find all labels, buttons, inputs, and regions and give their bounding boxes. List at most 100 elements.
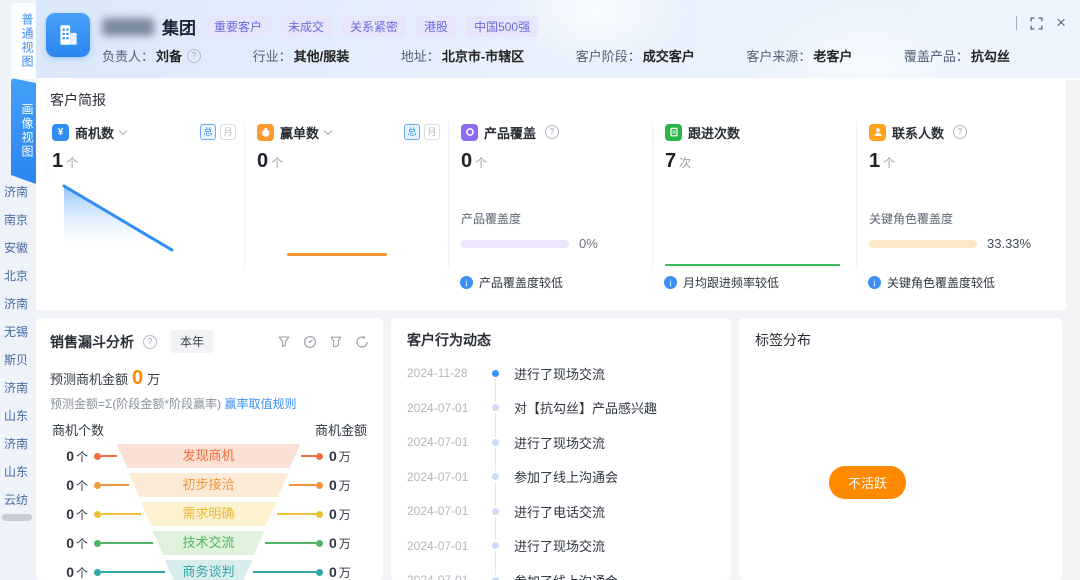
customer-header: 集团 重要客户 未成交 关系紧密 港股 中国500强 负责人：刘备? 行业：其他… [36,0,1080,78]
stage-count: 0个 [50,506,88,523]
opportunity-trend-chart [50,178,210,258]
customer-tag: 未成交 [280,16,332,37]
stage-name: 技术交流 [182,535,234,550]
card-product-coverage: 产品覆盖 ? 0个 产品覆盖度 0% [448,122,652,268]
list-item[interactable]: 山东 [0,458,36,486]
card-label: 赢单数 [280,123,319,142]
window-controls: × [1016,16,1066,30]
card-label: 产品覆盖 [484,123,536,142]
page-scrollbar[interactable] [1066,80,1080,580]
sales-funnel-panel: 销售漏斗分析 ? 本年 预测商机金额 0 万 预测金额=Σ(阶段金额*阶段赢率)… [36,318,383,580]
funnel-toolbar [277,335,369,349]
funnel-stage-row: 0个 需求明确 0万 [50,502,369,526]
forecast-value: 0 [132,367,143,390]
funnel-stage-bar[interactable]: 发现商机 [117,444,301,468]
company-title-row: 集团 重要客户 未成交 关系紧密 港股 中国500强 [102,14,538,39]
timeline-dot-icon [490,506,501,517]
expand-icon[interactable] [1030,17,1043,30]
list-item[interactable]: 济南 [0,374,36,402]
sidebar-scrollbar-thumb[interactable] [2,514,32,521]
stage-name: 初步接洽 [182,477,234,492]
dot-icon [94,482,101,489]
info-icon: i [868,276,881,289]
funnel-stage-bar[interactable]: 技术交流 [153,531,265,555]
timeline-event: 2024-11-28 进行了现场交流 [407,356,715,391]
dot-icon [316,482,323,489]
tags-title: 标签分布 [755,330,1046,350]
tab-portrait-view-label: 画像视图 [20,103,34,159]
list-item[interactable]: 山东 [0,402,36,430]
card-opportunity-count: ¥ 商机数 总 月 1个 [40,122,244,268]
list-item[interactable]: 济南 [0,178,36,206]
funnel-stage-row: 0个 初步接洽 0万 [50,473,369,497]
building-icon [55,22,81,48]
card-label: 商机数 [75,123,114,142]
dot-icon [316,540,323,547]
close-icon[interactable]: × [1056,16,1066,30]
chevron-down-icon[interactable] [119,126,127,134]
gauge-icon[interactable] [303,335,317,349]
stage-amount: 0万 [329,506,369,523]
coverage-icon [461,124,478,141]
win-rate-rule-link[interactable]: 赢率取值规则 [224,397,296,411]
list-item[interactable]: 济南 [0,290,36,318]
customer-brief-section: 客户简报 ¥ 商机数 总 月 1个 [36,78,1080,310]
list-item[interactable]: 无锡 [0,318,36,346]
tab-portrait-view[interactable]: 画像视图 [11,78,36,184]
customer-list: 济南 南京 安徽 北京 济南 无锡 斯贝 济南 山东 济南 山东 云纺 [0,178,36,514]
followup-trend-line [665,264,840,266]
metric-cards: ¥ 商机数 总 月 1个 [40,122,1060,268]
list-item[interactable]: 南京 [0,206,36,234]
alert-followup-low: i月均跟进频率较低 [652,274,856,291]
card-win-count: 赢单数 总 月 0个 [244,122,448,268]
help-icon[interactable]: ? [953,125,967,139]
toggle-total[interactable]: 总 [404,124,420,140]
filter-icon[interactable] [277,335,291,349]
list-item[interactable]: 北京 [0,262,36,290]
funnel-stage-bar[interactable]: 需求明确 [141,502,277,526]
stage-count: 0个 [50,535,88,552]
list-item[interactable]: 云纺 [0,486,36,514]
toggle-month[interactable]: 月 [424,124,440,140]
timeline-dot-icon [490,575,501,580]
funnel-stage-bar[interactable]: 初步接洽 [129,473,289,497]
funnel-column-headers: 商机个数 商机金额 [50,420,369,439]
funnel-icon[interactable] [329,335,343,349]
alert-coverage-low: i产品覆盖度较低 [448,274,652,291]
field-owner: 负责人：刘备? [102,46,201,65]
field-address: 地址：北京市-市辖区 [401,46,524,65]
key-role-rate-label: 关键角色覆盖度 [869,210,953,227]
toggle-month[interactable]: 月 [220,124,236,140]
tag-distribution-panel: 标签分布 不活跃 [739,318,1062,580]
refresh-icon[interactable] [355,335,369,349]
list-item[interactable]: 安徽 [0,234,36,262]
help-icon[interactable]: ? [187,49,201,63]
tab-normal-view[interactable]: 普通视图 [11,3,36,79]
help-icon[interactable]: ? [545,125,559,139]
tab-this-year[interactable]: 本年 [171,330,213,353]
dot-icon [316,511,323,518]
timeline-dot-icon [490,437,501,448]
funnel-stage-bar[interactable]: 商务谈判 [165,560,253,580]
card-value: 1个 [52,150,236,173]
chevron-down-icon[interactable] [324,126,332,134]
info-icon: i [664,276,677,289]
company-name-redacted [102,18,154,36]
help-icon[interactable]: ? [143,335,157,349]
field-industry: 行业：其他/服装 [253,46,350,65]
tag-inactive[interactable]: 不活跃 [829,466,906,499]
coverage-percent: 0% [579,236,598,251]
customer-tag: 中国500强 [466,16,538,37]
stage-amount: 0万 [329,477,369,494]
card-contact-count: 联系人数 ? 1个 关键角色覆盖度 33.33% [856,122,1060,268]
dot-icon [94,540,101,547]
card-label: 跟进次数 [688,123,740,142]
funnel-stage-row: 0个 技术交流 0万 [50,531,369,555]
opportunity-icon: ¥ [52,124,69,141]
list-item[interactable]: 济南 [0,430,36,458]
toggle-total[interactable]: 总 [200,124,216,140]
list-item[interactable]: 斯贝 [0,346,36,374]
stage-count: 0个 [50,448,88,465]
clipboard-icon [665,124,682,141]
customer-tag: 关系紧密 [342,16,406,37]
